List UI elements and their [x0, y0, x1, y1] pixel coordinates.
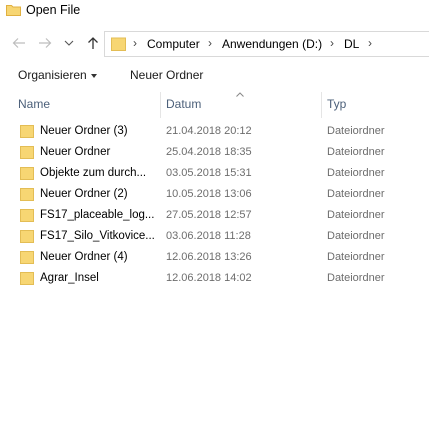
file-type: Dateiordner	[327, 125, 385, 137]
folder-icon	[20, 188, 34, 201]
column-header-date[interactable]: Datum	[166, 97, 201, 111]
file-type: Dateiordner	[327, 188, 385, 200]
breadcrumb-drive[interactable]: Anwendungen (D:)	[222, 37, 322, 51]
file-date: 25.04.2018 18:35	[166, 146, 252, 158]
file-row[interactable]: Agrar_Insel 12.06.2018 14:02 Dateiordner	[0, 269, 429, 290]
file-date: 12.06.2018 14:02	[166, 272, 252, 284]
file-type: Dateiordner	[327, 167, 385, 179]
chevron-down-icon[interactable]	[91, 74, 97, 78]
folder-icon	[111, 37, 126, 51]
up-button[interactable]	[84, 34, 102, 52]
file-type: Dateiordner	[327, 209, 385, 221]
folder-icon	[20, 251, 34, 264]
breadcrumb-separator[interactable]: ›	[368, 36, 372, 50]
title-bar: Open File	[0, 0, 429, 24]
file-row[interactable]: Neuer Ordner (3) 21.04.2018 20:12 Dateio…	[0, 122, 429, 143]
address-bar[interactable]: › Computer › Anwendungen (D:) › DL ›	[104, 31, 429, 57]
file-date: 21.04.2018 20:12	[166, 125, 252, 137]
file-date: 12.06.2018 13:26	[166, 251, 252, 263]
column-header-type[interactable]: Typ	[327, 97, 346, 111]
folder-icon	[20, 146, 34, 159]
file-list: Neuer Ordner (3) 21.04.2018 20:12 Dateio…	[0, 122, 429, 290]
column-header-name[interactable]: Name	[18, 97, 50, 111]
file-row[interactable]: FS17_placeable_log... 27.05.2018 12:57 D…	[0, 206, 429, 227]
file-date: 10.05.2018 13:06	[166, 188, 252, 200]
back-button[interactable]	[10, 34, 28, 52]
chevron-down-icon	[64, 40, 74, 46]
file-row[interactable]: Neuer Ordner 25.04.2018 18:35 Dateiordne…	[0, 143, 429, 164]
open-file-dialog: Open File › Computer › Anwendungen (D:) …	[0, 0, 429, 423]
file-row[interactable]: Objekte zum durch... 03.05.2018 15:31 Da…	[0, 164, 429, 185]
file-type: Dateiordner	[327, 272, 385, 284]
file-name: Neuer Ordner (2)	[40, 188, 128, 200]
folder-icon	[20, 230, 34, 243]
file-name: Neuer Ordner (4)	[40, 251, 128, 263]
file-name: Neuer Ordner	[40, 146, 111, 158]
file-row[interactable]: FS17_Silo_Vitkovice... 03.06.2018 11:28 …	[0, 227, 429, 248]
file-name: FS17_placeable_log...	[40, 209, 155, 221]
file-type: Dateiordner	[327, 230, 385, 242]
file-name: Neuer Ordner (3)	[40, 125, 128, 137]
sort-ascending-icon	[236, 92, 244, 97]
column-headers: Name Datum Typ	[0, 92, 429, 118]
breadcrumb-computer[interactable]: Computer	[147, 37, 200, 51]
folder-icon	[20, 272, 34, 285]
file-type: Dateiordner	[327, 146, 385, 158]
column-divider[interactable]	[321, 92, 322, 118]
navigation-bar: › Computer › Anwendungen (D:) › DL ›	[0, 28, 429, 58]
arrow-left-icon	[12, 38, 25, 48]
window-title: Open File	[26, 3, 81, 17]
new-folder-button[interactable]: Neuer Ordner	[130, 68, 203, 82]
column-divider[interactable]	[160, 92, 161, 118]
forward-button[interactable]	[36, 34, 54, 52]
arrow-up-icon	[88, 37, 98, 49]
breadcrumb-separator[interactable]: ›	[133, 36, 137, 50]
file-name: Objekte zum durch...	[40, 167, 147, 179]
folder-icon	[20, 167, 34, 180]
file-name: FS17_Silo_Vitkovice...	[40, 230, 155, 242]
file-row[interactable]: Neuer Ordner (2) 10.05.2018 13:06 Dateio…	[0, 185, 429, 206]
file-date: 03.06.2018 11:28	[166, 230, 251, 242]
command-bar: Organisieren Neuer Ordner	[0, 62, 429, 88]
arrow-right-icon	[39, 38, 52, 48]
breadcrumb-separator[interactable]: ›	[330, 36, 334, 50]
file-type: Dateiordner	[327, 251, 385, 263]
file-row[interactable]: Neuer Ordner (4) 12.06.2018 13:26 Dateio…	[0, 248, 429, 269]
file-date: 03.05.2018 15:31	[166, 167, 252, 179]
folder-icon	[6, 5, 21, 16]
breadcrumb-folder[interactable]: DL	[344, 37, 359, 51]
folder-icon	[20, 125, 34, 138]
file-name: Agrar_Insel	[40, 272, 99, 284]
recent-locations-button[interactable]	[60, 34, 78, 52]
organize-button[interactable]: Organisieren	[18, 68, 87, 82]
file-date: 27.05.2018 12:57	[166, 209, 252, 221]
breadcrumb-separator[interactable]: ›	[208, 36, 212, 50]
folder-icon	[20, 209, 34, 222]
